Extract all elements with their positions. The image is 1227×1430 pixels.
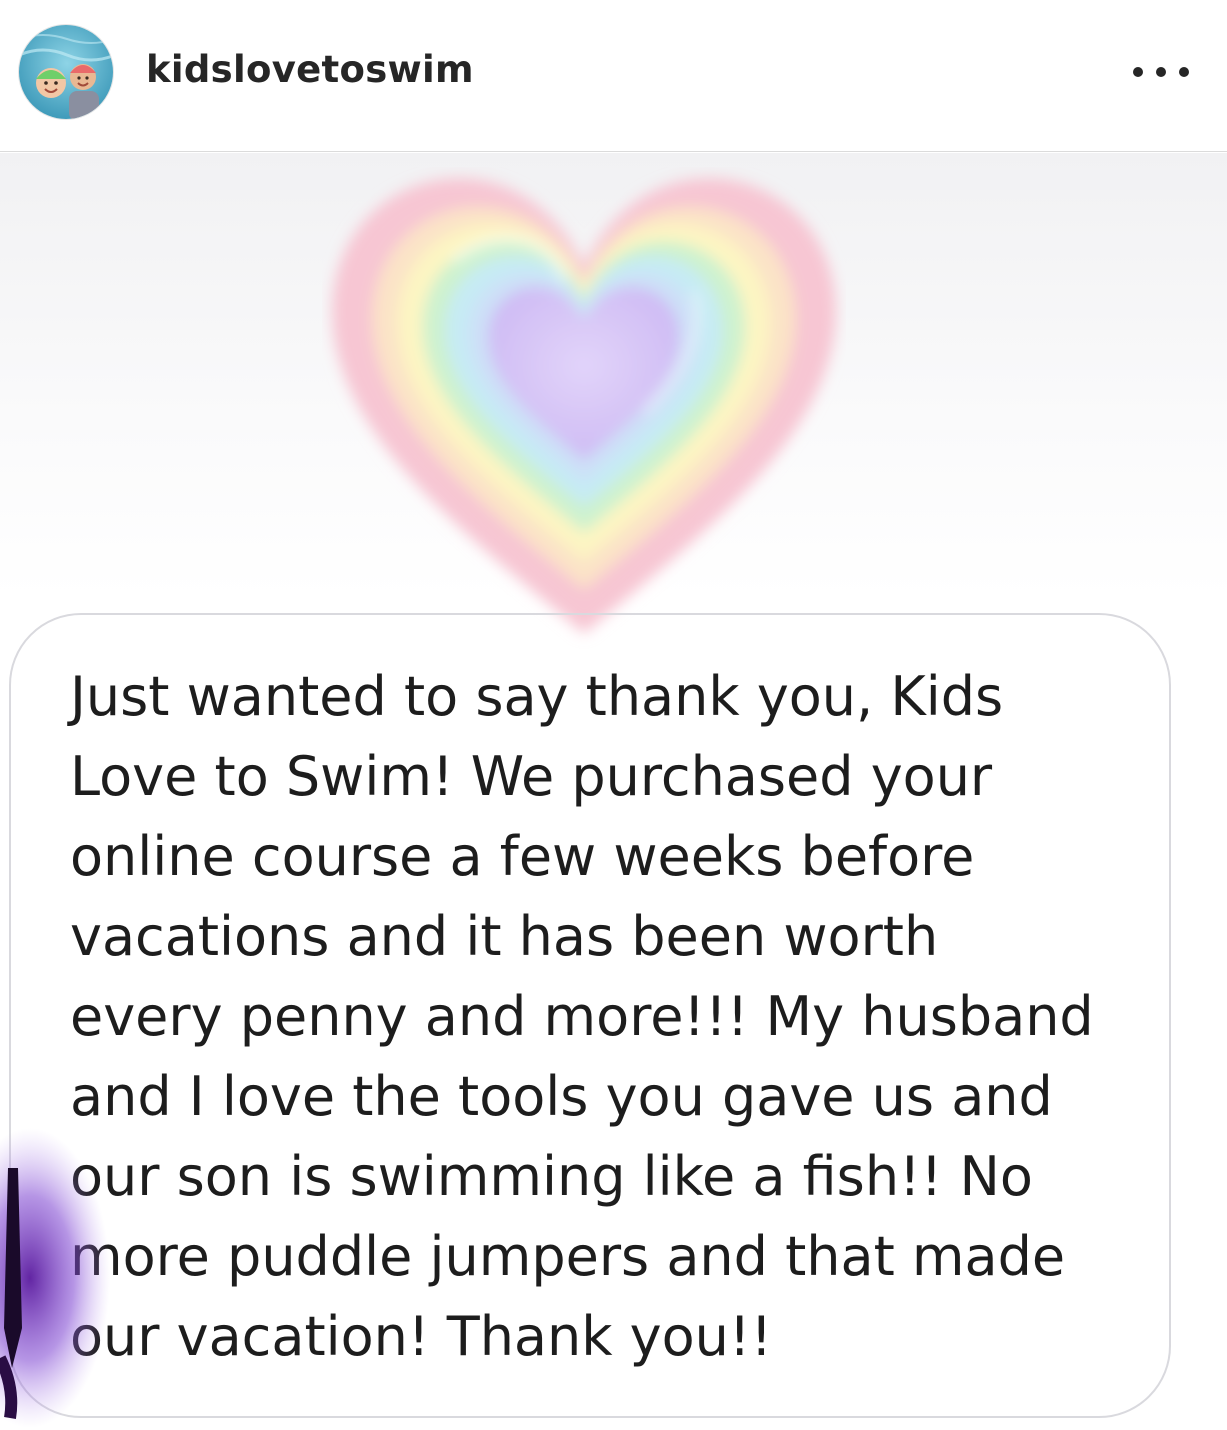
message-text: Just wanted to say thank you, Kids Love … <box>70 657 1170 1377</box>
username[interactable]: kidslovetoswim <box>146 48 474 91</box>
ellipsis-horizontal-icon <box>1156 67 1166 77</box>
message-line: more puddle jumpers and that made <box>70 1225 1066 1288</box>
message-line: Love to Swim! We purchased your <box>70 745 993 808</box>
message-line: online course a few weeks before <box>70 825 975 888</box>
post-header: kidslovetoswim <box>0 0 1227 152</box>
message-line: our vacation! Thank you!! <box>70 1305 773 1368</box>
more-options-button[interactable] <box>1133 56 1189 88</box>
ellipsis-horizontal-icon <box>1179 67 1189 77</box>
profile-photo-icon <box>19 25 113 119</box>
message-line: vacations and it has been worth <box>70 905 939 968</box>
rainbow-heart-icon <box>332 178 836 634</box>
message-line: every penny and more!!! My husband <box>70 985 1094 1048</box>
redaction-smudge <box>0 1128 110 1428</box>
post-image[interactable]: Just wanted to say thank you, Kids Love … <box>0 153 1227 1430</box>
ellipsis-horizontal-icon <box>1133 67 1143 77</box>
message-line: Just wanted to say thank you, Kids <box>70 665 1004 728</box>
message-line: our son is swimming like a fish!! No <box>70 1145 1033 1208</box>
avatar[interactable] <box>18 24 114 120</box>
message-line: and I love the tools you gave us and <box>70 1065 1053 1128</box>
